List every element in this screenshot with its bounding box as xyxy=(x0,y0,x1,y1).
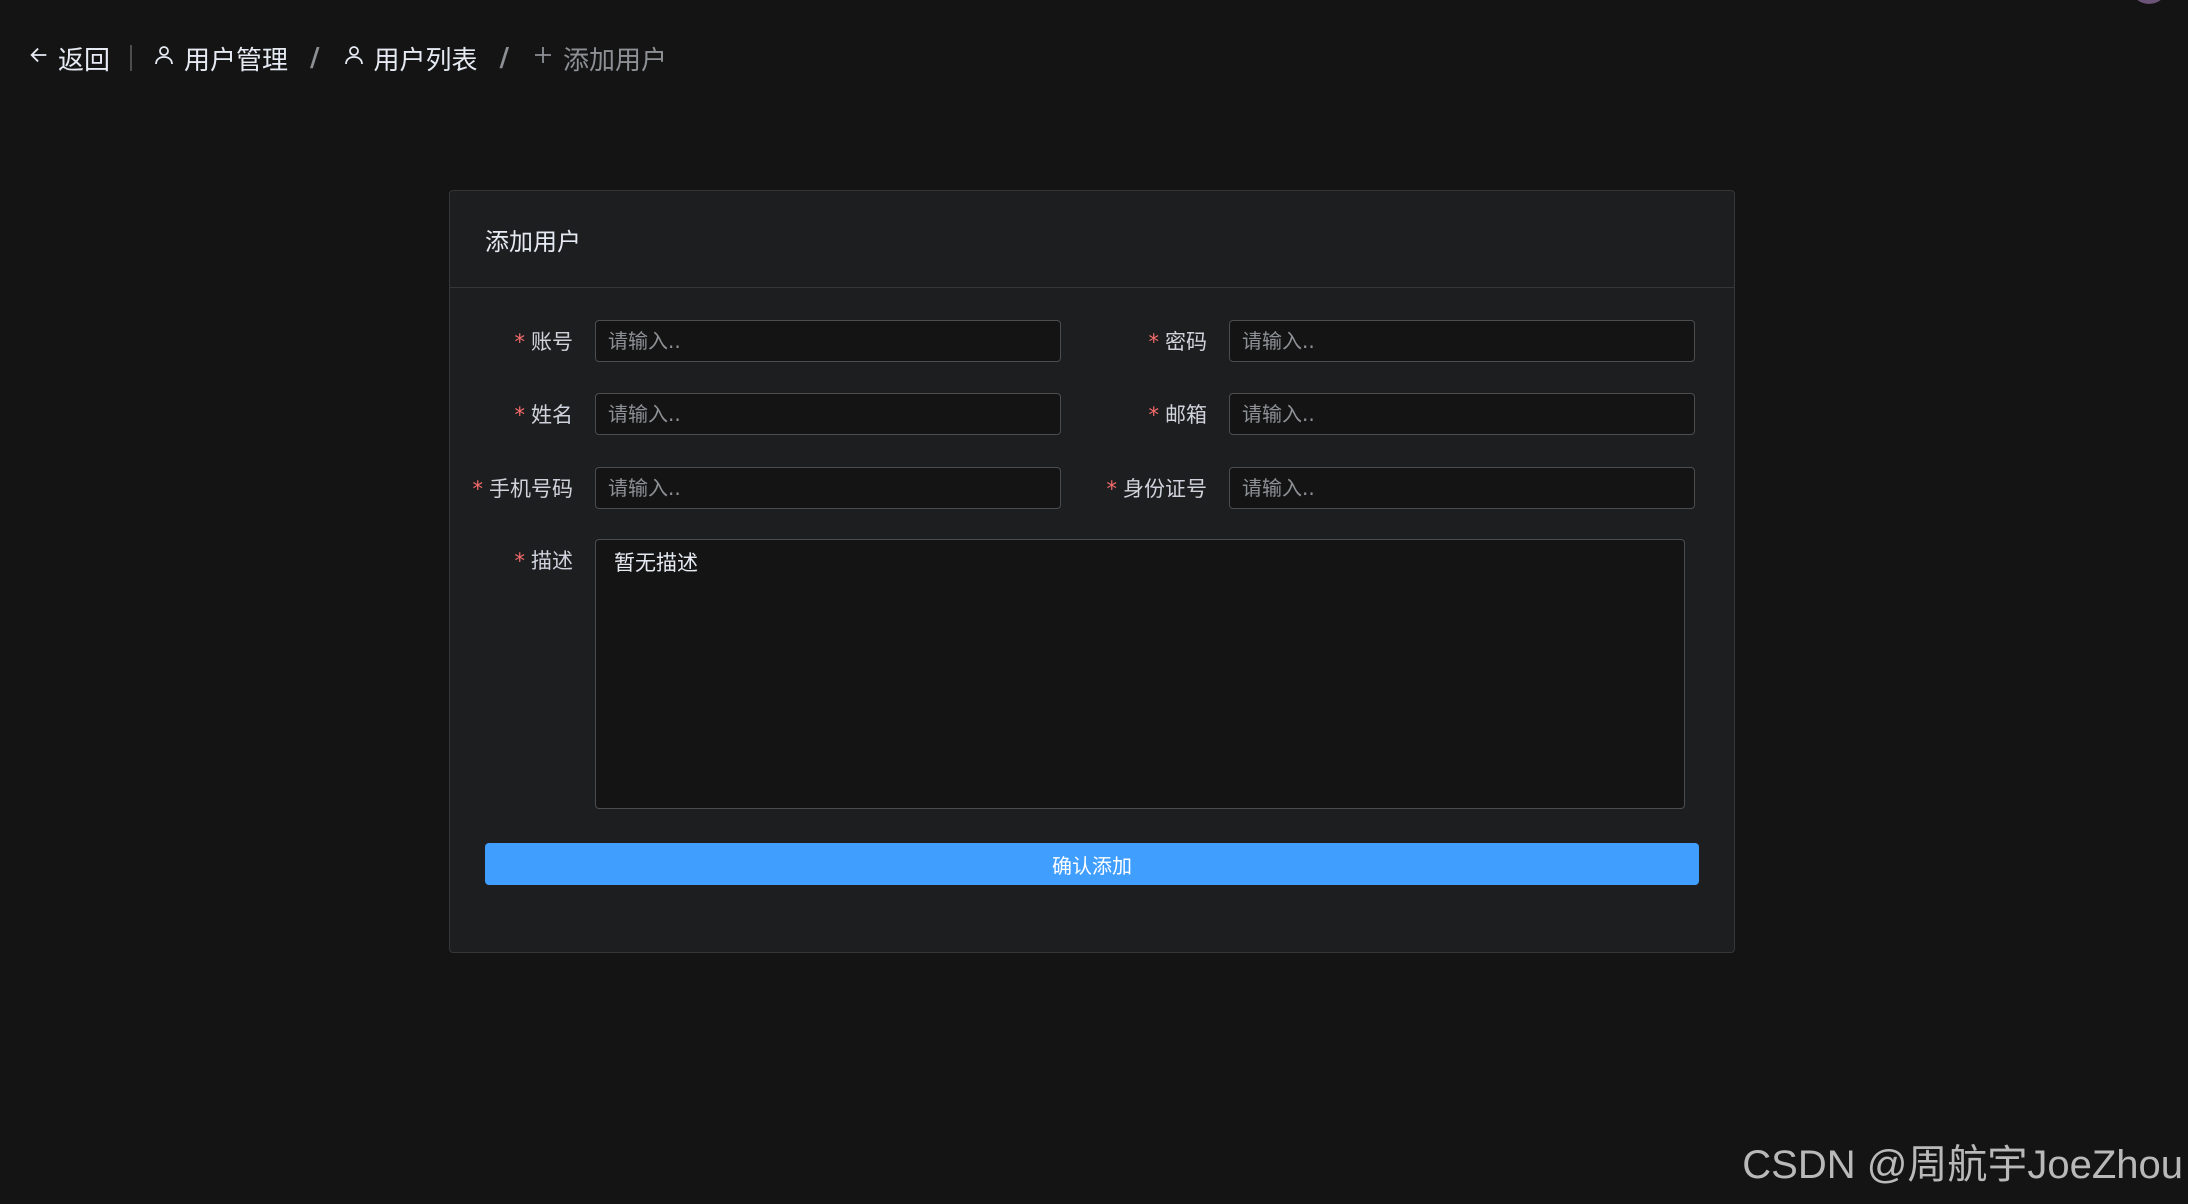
header-divider xyxy=(130,45,133,71)
card-title: 添加用户 xyxy=(450,191,1734,288)
email-field: * 邮箱 xyxy=(1084,393,1695,435)
required-mark: * xyxy=(472,477,484,501)
name-field: * 姓名 xyxy=(450,393,1061,435)
required-mark: * xyxy=(1148,403,1160,427)
form-row: *姓名 *邮箱 xyxy=(450,392,1695,436)
breadcrumb-label: 用户列表 xyxy=(373,45,478,76)
breadcrumb-label: 用户管理 xyxy=(184,45,289,76)
description-textarea[interactable]: 暂无描述 xyxy=(595,539,1685,809)
form-row: *手机号码 *身份证号 xyxy=(450,466,1695,510)
confirm-add-button[interactable]: 确认添加 xyxy=(485,843,1699,885)
required-mark: * xyxy=(514,403,526,427)
required-mark: * xyxy=(514,549,526,573)
id-number-field: * 身份证号 xyxy=(1084,467,1695,509)
breadcrumb-item-user-management[interactable]: 用户管理 xyxy=(152,40,288,77)
breadcrumb-item-add-user: 添加用户 xyxy=(531,40,667,77)
add-user-card: 添加用户 *账号 *密码 *姓名 xyxy=(449,190,1735,953)
id-number-input[interactable] xyxy=(1229,467,1695,509)
breadcrumb: 返回 用户管理 / 用户列表 / 添加用户 xyxy=(28,38,667,78)
arrow-left-icon xyxy=(28,43,50,73)
breadcrumb-label: 添加用户 xyxy=(563,45,668,76)
back-label: 返回 xyxy=(58,45,111,76)
user-icon xyxy=(342,43,366,74)
account-label: * 账号 xyxy=(514,330,574,354)
id-number-label: * 身份证号 xyxy=(1106,477,1208,501)
description-field: * 描述 暂无描述 xyxy=(450,539,1685,809)
back-button[interactable]: 返回 xyxy=(28,40,110,77)
plus-icon xyxy=(531,43,555,74)
breadcrumb-item-user-list[interactable]: 用户列表 xyxy=(342,40,478,77)
account-input[interactable] xyxy=(595,320,1061,362)
page: 返回 用户管理 / 用户列表 / 添加用户 添加用户 * 账号 请输入.. * … xyxy=(0,0,2188,1204)
email-input[interactable] xyxy=(1229,393,1695,435)
password-label: * 密码 xyxy=(1148,330,1208,354)
phone-input[interactable] xyxy=(595,467,1061,509)
password-input[interactable] xyxy=(1229,320,1695,362)
avatar[interactable] xyxy=(2130,0,2168,4)
form-row: *账号 *密码 xyxy=(450,319,1695,363)
watermark: CSDN @周航宇JoeZhou xyxy=(1742,1143,2183,1187)
required-mark: * xyxy=(1148,330,1160,354)
account-field: * 账号 xyxy=(450,320,1061,362)
password-field: * 密码 xyxy=(1084,320,1695,362)
breadcrumb-separator: / xyxy=(499,43,510,73)
user-icon xyxy=(152,43,176,74)
description-label: * 描述 xyxy=(514,549,574,573)
email-label: * 邮箱 xyxy=(1148,403,1208,427)
name-input[interactable] xyxy=(595,393,1061,435)
form-row: * 描述 暂无描述 xyxy=(450,539,1685,809)
phone-field: * 手机号码 xyxy=(450,467,1061,509)
required-mark: * xyxy=(1106,477,1118,501)
breadcrumb-separator: / xyxy=(310,43,320,73)
phone-label: * 手机号码 xyxy=(472,477,574,501)
name-label: * 姓名 xyxy=(514,403,574,427)
required-mark: * xyxy=(514,330,526,354)
